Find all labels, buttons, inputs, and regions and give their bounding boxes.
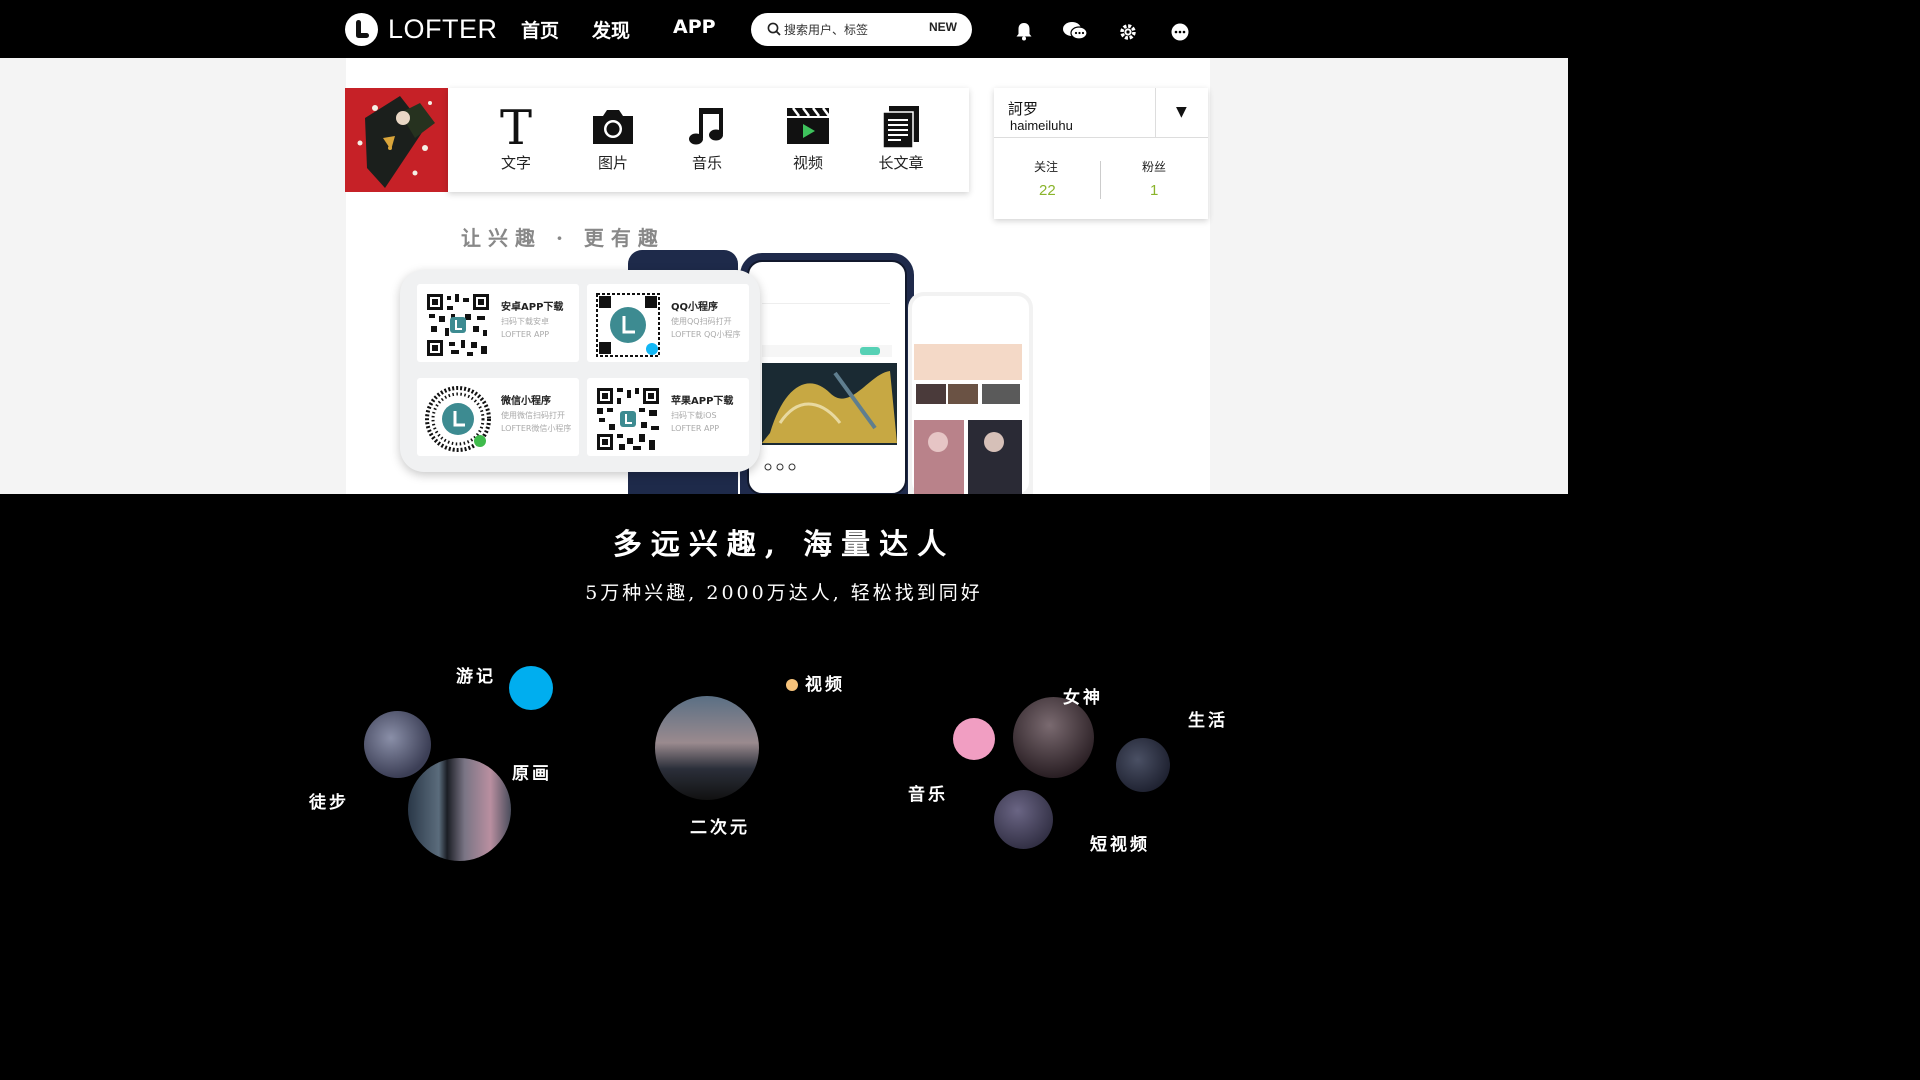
chat-icon[interactable] — [1062, 20, 1088, 42]
interest-bubble-travel[interactable] — [509, 666, 553, 710]
nav-home[interactable]: 首页 — [521, 16, 559, 43]
more-menu-icon[interactable] — [1169, 20, 1191, 42]
interest-label-travel[interactable]: 游记 — [456, 662, 496, 687]
profile-handle: haimeiluhu — [1010, 118, 1073, 133]
interest-bubble-anime[interactable] — [655, 696, 759, 800]
profile-dropdown-button[interactable]: ▼ — [1155, 88, 1208, 138]
qr-wechat-title: 微信小程序 — [501, 396, 551, 407]
interest-label-short-video[interactable]: 短视频 — [1090, 830, 1150, 855]
post-image-label: 图片 — [597, 154, 628, 172]
interest-bubble-illustration[interactable] — [408, 758, 511, 861]
post-composer-bar: T 文字 图片 音乐 视频 长文章 — [448, 88, 969, 192]
post-video-button[interactable]: 视频 — [768, 104, 848, 184]
profile-divider — [994, 137, 1208, 138]
following-count[interactable]: 22 — [1039, 182, 1056, 199]
qr-qq-desc: 使用QQ扫码打开LOFTER QQ小程序 — [671, 317, 741, 339]
followers-count[interactable]: 1 — [1150, 182, 1158, 199]
qr-qq-miniprogram[interactable]: QQ小程序 使用QQ扫码打开LOFTER QQ小程序 — [587, 284, 749, 362]
qr-android-desc: 扫码下载安卓LOFTER APP — [501, 317, 550, 339]
qr-wechat-desc: 使用微信扫码打开LOFTER微信小程序 — [501, 411, 572, 433]
interest-bubble-goddess[interactable] — [1013, 697, 1094, 778]
profile-name[interactable]: 訶罗 — [1008, 98, 1038, 119]
interest-label-goddess[interactable]: 女神 — [1063, 683, 1103, 708]
top-navigation-bar: LOFTER 首页 发现 APP NEW — [0, 0, 1568, 58]
document-icon — [882, 106, 919, 148]
qr-qq-title: QQ小程序 — [671, 302, 719, 313]
avatar-illustration — [345, 88, 448, 192]
user-avatar[interactable] — [345, 88, 448, 192]
interest-bubble-hiking[interactable] — [364, 711, 431, 778]
qr-ios-desc: 扫码下载iOS LOFTER APP — [671, 411, 720, 433]
interest-label-hiking[interactable]: 徒步 — [309, 788, 349, 813]
phone-screen-illustration — [747, 260, 907, 494]
lofter-logo[interactable]: LOFTER — [345, 12, 498, 46]
interest-bubble-music[interactable] — [953, 718, 995, 760]
nav-discover[interactable]: 发现 — [592, 16, 630, 43]
qr-android-title: 安卓APP下载 — [501, 302, 564, 313]
qr-download-panel: 安卓APP下载 扫码下载安卓LOFTER APP QQ小程序 使用QQ扫码打开L… — [400, 270, 760, 472]
search-icon — [767, 22, 781, 36]
phone-side-mockup — [908, 292, 1033, 494]
text-t-icon: T — [500, 104, 532, 148]
post-music-button[interactable]: 音乐 — [667, 104, 747, 184]
post-text-label: 文字 — [500, 154, 531, 172]
gear-icon[interactable] — [1117, 20, 1139, 42]
search-input[interactable] — [784, 19, 924, 41]
interest-label-anime[interactable]: 二次元 — [690, 813, 750, 838]
interest-bubble-life[interactable] — [1116, 738, 1170, 792]
post-article-button[interactable]: 长文章 — [861, 104, 941, 184]
feature-title: 多远兴趣, 海量达人 — [612, 527, 956, 561]
post-video-label: 视频 — [792, 154, 823, 172]
lofter-logo-icon — [345, 12, 378, 46]
post-music-label: 音乐 — [691, 154, 722, 172]
interest-bubble-short-video[interactable] — [994, 790, 1053, 849]
qr-code-ios — [595, 386, 661, 452]
post-text-button[interactable]: T 文字 — [476, 104, 556, 184]
phone-side-screen-illustration — [912, 296, 1029, 494]
chevron-down-icon: ▼ — [1176, 104, 1187, 120]
feature-subtitle: 5万种兴趣, 2000万达人, 轻松找到同好 — [585, 582, 983, 604]
phone-front-mockup — [740, 253, 914, 494]
interest-label-illustration[interactable]: 原画 — [512, 759, 552, 784]
following-label[interactable]: 关注 — [1034, 158, 1058, 175]
post-image-button[interactable]: 图片 — [573, 104, 653, 184]
promo-slogan: 让兴趣 · 更有趣 — [461, 226, 665, 250]
qr-android[interactable]: 安卓APP下载 扫码下载安卓LOFTER APP — [417, 284, 579, 362]
interest-bubble-video[interactable] — [786, 679, 798, 691]
qr-code-qq — [595, 292, 661, 358]
bell-icon[interactable] — [1013, 20, 1035, 42]
qr-wechat-miniprogram[interactable]: 微信小程序 使用微信扫码打开LOFTER微信小程序 — [417, 378, 579, 456]
new-badge[interactable]: NEW — [929, 20, 957, 40]
video-clapper-icon — [787, 107, 830, 144]
qr-code-wechat — [425, 386, 491, 452]
interest-label-music[interactable]: 音乐 — [908, 780, 948, 805]
stats-divider — [1100, 161, 1101, 199]
qr-code-android — [425, 292, 491, 358]
nav-app[interactable]: APP — [673, 16, 716, 38]
qr-ios-title: 苹果APP下载 — [671, 396, 734, 407]
interest-label-video[interactable]: 视频 — [805, 670, 845, 695]
profile-card: 訶罗 haimeiluhu ▼ 关注 22 粉丝 1 — [994, 88, 1208, 219]
post-article-label: 长文章 — [878, 154, 924, 172]
qr-ios[interactable]: 苹果APP下载 扫码下载iOS LOFTER APP — [587, 378, 749, 456]
logo-text: LOFTER — [388, 13, 498, 44]
camera-icon — [593, 110, 633, 144]
followers-label[interactable]: 粉丝 — [1142, 158, 1166, 175]
svg-text:T: T — [500, 104, 532, 148]
music-note-icon — [689, 108, 723, 145]
interest-label-life[interactable]: 生活 — [1188, 706, 1228, 731]
